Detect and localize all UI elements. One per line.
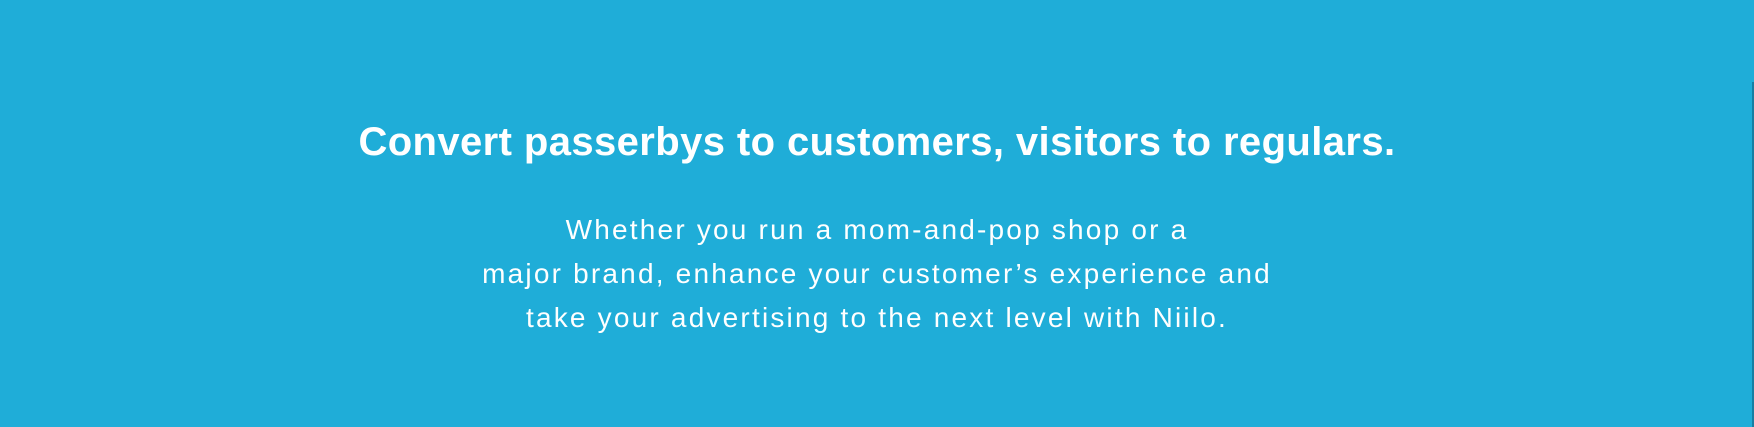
hero-headline: Convert passerbys to customers, visitors…: [358, 120, 1396, 164]
hero-banner: Convert passerbys to customers, visitors…: [0, 0, 1754, 427]
hero-description-line: major brand, enhance your customer’s exp…: [482, 258, 1272, 289]
hero-description-line: take your advertising to the next level …: [525, 302, 1229, 333]
hero-description-line: Whether you run a mom-and-pop shop or a: [565, 214, 1189, 245]
hero-description: Whether you run a mom-and-pop shop or a …: [0, 208, 1754, 340]
